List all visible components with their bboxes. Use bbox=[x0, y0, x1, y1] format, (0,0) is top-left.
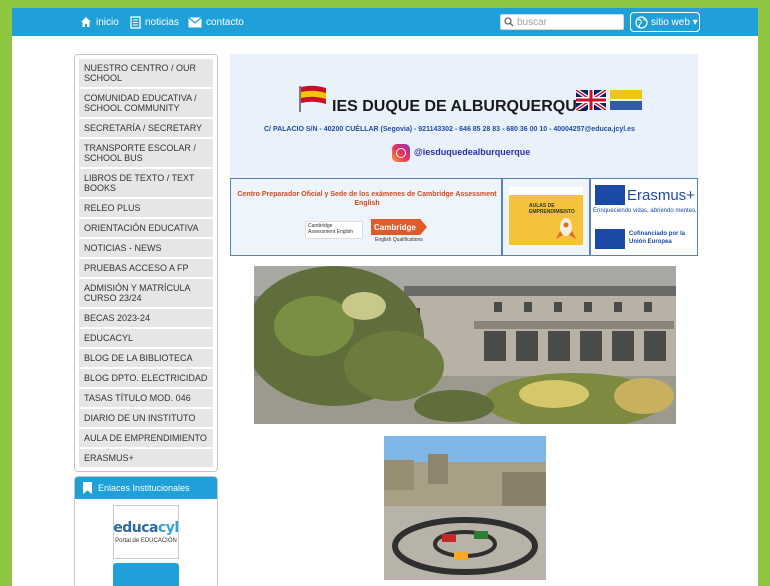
sidebar-item-libros[interactable]: LIBROS DE TEXTO / TEXT BOOKS bbox=[79, 169, 213, 199]
rocket-illustration-icon bbox=[556, 218, 576, 239]
cambridge-qualifications-logo: Cambridge bbox=[371, 219, 427, 235]
cambridge-qualifications-subtitle: English Qualifications bbox=[375, 237, 423, 243]
sidebar-item-label: RELEO PLUS bbox=[84, 203, 141, 213]
sidebar-item-label: EDUCACYL bbox=[84, 333, 134, 343]
sidebar-item-educacyl[interactable]: EDUCACYL bbox=[79, 329, 213, 349]
sidebar-item-label: ADMISIÓN Y MATRÍCULA CURSO 23/24 bbox=[84, 283, 191, 303]
cambridge-center-text: Centro Preparador Oficial y Sede de los … bbox=[237, 191, 497, 207]
sidebar-item-label: TASAS TÍTULO MOD. 046 bbox=[84, 393, 191, 403]
educacyl-portal-link[interactable]: educacyl Portal de EDUCACIÓN bbox=[113, 505, 179, 559]
sidebar-item-label: BLOG DE LA BIBLIOTECA bbox=[84, 353, 193, 363]
sidebar-item-label: DIARIO DE UN INSTITUTO bbox=[84, 413, 196, 423]
instagram-handle[interactable]: @iesduquedealburquerque bbox=[414, 147, 530, 157]
educacyl-logo: educacyl bbox=[113, 519, 179, 536]
sidebar-item-label: BLOG DPTO. ELECTRICIDAD bbox=[84, 373, 208, 383]
institutional-links-panel: Enlaces Institucionales educacyl Portal … bbox=[74, 476, 218, 586]
institutional-logo-link[interactable] bbox=[113, 563, 179, 586]
sidebar-item-orientacion[interactable]: ORIENTACIÓN EDUCATIVA bbox=[79, 219, 213, 239]
sidebar-item-label: PRUEBAS ACCESO A FP bbox=[84, 263, 189, 273]
eu-flag-icon bbox=[595, 229, 625, 249]
sidebar-item-aula-emprendimiento[interactable]: AULA DE EMPRENDIMIENTO bbox=[79, 429, 213, 449]
sidebar-item-blog-electricidad[interactable]: BLOG DPTO. ELECTRICIDAD bbox=[79, 369, 213, 389]
school-title: IES DUQUE DE ALBURQUERQUE bbox=[332, 98, 588, 115]
emprendimiento-box[interactable]: AULAS DE EMPRENDIMIENTO bbox=[502, 178, 590, 256]
search-icon[interactable] bbox=[504, 17, 514, 27]
sidebar-item-label: NUESTRO CENTRO / OUR SCHOOL bbox=[84, 63, 197, 83]
mail-icon bbox=[188, 16, 202, 27]
school-address: C/ PALACIO S/N - 40200 CUÉLLAR (Segovia)… bbox=[264, 126, 635, 133]
sidebar-item-blog-biblioteca[interactable]: BLOG DE LA BIBLIOTECA bbox=[79, 349, 213, 369]
erasmus-title: Erasmus+ bbox=[627, 187, 695, 204]
sidebar-menu: NUESTRO CENTRO / OUR SCHOOL COMUNIDAD ED… bbox=[74, 54, 218, 472]
sidebar-item-admision[interactable]: ADMISIÓN Y MATRÍCULA CURSO 23/24 bbox=[79, 279, 213, 309]
sidebar-item-secretaria[interactable]: SECRETARÍA / SECRETARY bbox=[79, 119, 213, 139]
sidebar-item-diario[interactable]: DIARIO DE UN INSTITUTO bbox=[79, 409, 213, 429]
sidebar-item-becas[interactable]: BECAS 2023-24 bbox=[79, 309, 213, 329]
page-container: inicio noticias contacto sitio web ▾ NUE… bbox=[12, 8, 758, 586]
sidebar-item-label: ORIENTACIÓN EDUCATIVA bbox=[84, 223, 199, 233]
cambridge-assessment-logo: Cambridge Assessment English bbox=[305, 221, 363, 239]
erasmus-box[interactable]: Erasmus+ Enriqueciendo vidas, abriendo m… bbox=[590, 178, 698, 256]
nav-news-label: noticias bbox=[145, 16, 179, 28]
sidebar-item-label: TRANSPORTE ESCOLAR / SCHOOL BUS bbox=[84, 143, 196, 163]
sidebar-item-nuestro-centro[interactable]: NUESTRO CENTRO / OUR SCHOOL bbox=[79, 59, 213, 89]
instagram-icon[interactable] bbox=[392, 144, 410, 162]
sidebar-item-label: AULA DE EMPRENDIMIENTO bbox=[84, 433, 207, 443]
sidebar-item-label: COMUNIDAD EDUCATIVA / SCHOOL COMMUNITY bbox=[84, 93, 197, 113]
sidebar-item-releo[interactable]: RELEO PLUS bbox=[79, 199, 213, 219]
spain-flag-icon bbox=[299, 85, 326, 112]
nav-contact-label: contacto bbox=[206, 16, 244, 28]
sidebar-item-label: NOTICIAS - NEWS bbox=[84, 243, 162, 253]
eu-cofinanced-text: Cofinanciado por la Unión Europea bbox=[629, 231, 686, 245]
sidebar-item-label: BECAS 2023-24 bbox=[84, 313, 151, 323]
site-menu-button[interactable]: sitio web ▾ bbox=[630, 12, 700, 32]
sidebar-item-transporte[interactable]: TRANSPORTE ESCOLAR / SCHOOL BUS bbox=[79, 139, 213, 169]
sidebar-item-comunidad-educativa[interactable]: COMUNIDAD EDUCATIVA / SCHOOL COMMUNITY bbox=[79, 89, 213, 119]
emprendimiento-poster: AULAS DE EMPRENDIMIENTO bbox=[509, 187, 583, 245]
eu-flag-icon bbox=[595, 185, 625, 205]
school-header-banner: IES DUQUE DE ALBURQUERQUE C/ PALACIO S/N… bbox=[230, 54, 698, 178]
sidebar-item-pruebas-fp[interactable]: PRUEBAS ACCESO A FP bbox=[79, 259, 213, 279]
institutional-links-header: Enlaces Institucionales bbox=[75, 477, 217, 499]
bookmark-icon bbox=[83, 482, 92, 494]
site-menu-label: sitio web ▾ bbox=[651, 16, 698, 28]
institutional-links-title: Enlaces Institucionales bbox=[98, 483, 190, 493]
sidebar-item-label: LIBROS DE TEXTO / TEXT BOOKS bbox=[84, 173, 195, 193]
educacyl-subtitle: Portal de EDUCACIÓN bbox=[115, 537, 177, 544]
search-input[interactable] bbox=[517, 16, 617, 28]
top-navigation-bar: inicio noticias contacto sitio web ▾ bbox=[12, 8, 758, 36]
sidebar-item-label: ERASMUS+ bbox=[84, 453, 134, 463]
nav-home-link[interactable]: inicio bbox=[80, 14, 119, 30]
nav-home-label: inicio bbox=[96, 16, 119, 28]
sidebar-item-noticias[interactable]: NOTICIAS - NEWS bbox=[79, 239, 213, 259]
search-box bbox=[500, 14, 624, 30]
home-icon bbox=[81, 17, 91, 27]
sidebar-item-label: SECRETARÍA / SECRETARY bbox=[84, 123, 203, 133]
nav-news-link[interactable]: noticias bbox=[130, 14, 179, 30]
sidebar-item-tasas[interactable]: TASAS TÍTULO MOD. 046 bbox=[79, 389, 213, 409]
ministry-british-council-logo bbox=[610, 90, 642, 112]
students-group-photo bbox=[384, 436, 546, 580]
sidebar-item-erasmus[interactable]: ERASMUS+ bbox=[79, 449, 213, 469]
emprendimiento-title: AULAS DE EMPRENDIMIENTO bbox=[529, 203, 575, 215]
uk-flag-icon bbox=[576, 90, 606, 110]
globe-icon bbox=[635, 15, 648, 29]
erasmus-subtitle: Enriqueciendo vidas, abriendo mentes. bbox=[593, 208, 697, 214]
castle-courtyard-photo bbox=[254, 266, 676, 424]
cambridge-center-box[interactable]: Centro Preparador Oficial y Sede de los … bbox=[230, 178, 502, 256]
nav-contact-link[interactable]: contacto bbox=[188, 14, 244, 30]
document-icon bbox=[130, 15, 141, 29]
